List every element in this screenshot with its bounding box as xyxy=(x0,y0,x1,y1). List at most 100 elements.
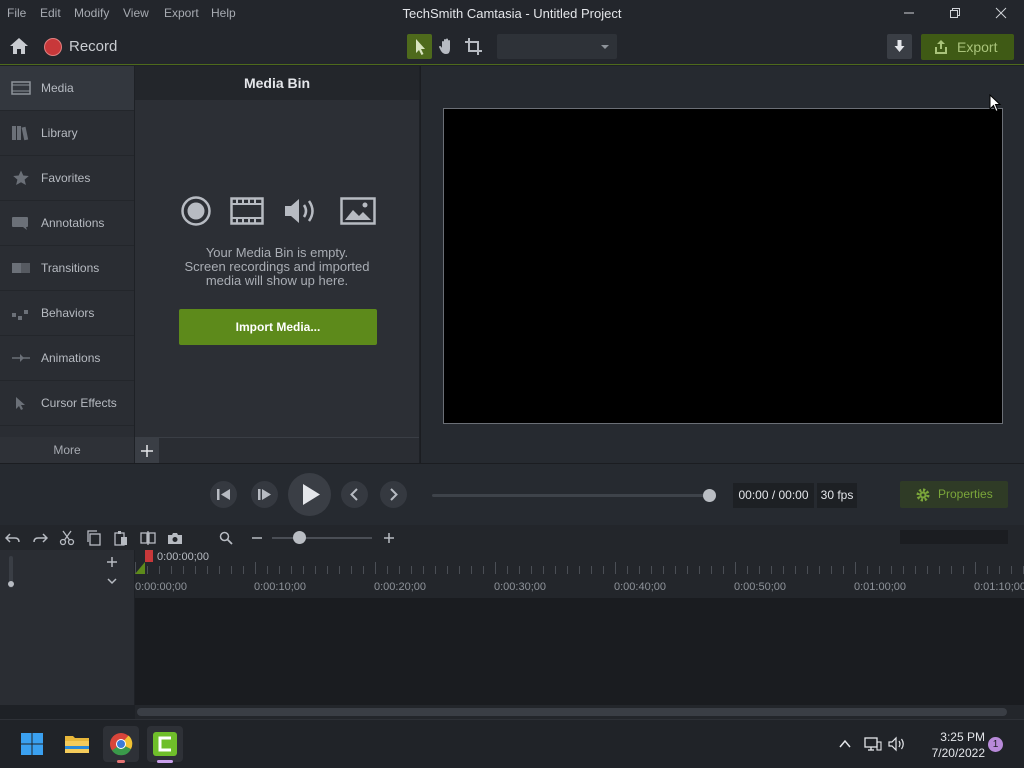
download-arrow-icon xyxy=(894,40,905,52)
zoom-out-icon[interactable] xyxy=(250,530,264,546)
sidebar-item-behaviors[interactable]: Behaviors xyxy=(0,291,134,336)
menu-edit[interactable]: Edit xyxy=(40,6,61,20)
ruler-tick-label: 0:00:30;00 xyxy=(494,581,546,593)
ruler-tick-label: 0:00:50;00 xyxy=(734,581,786,593)
properties-button[interactable]: Properties xyxy=(900,481,1008,508)
sidebar-item-label: Annotations xyxy=(41,216,105,230)
minimize-icon xyxy=(904,12,914,14)
pan-tool-button[interactable] xyxy=(434,34,459,59)
mouse-cursor-icon xyxy=(989,94,1002,113)
menu-view[interactable]: View xyxy=(123,6,149,20)
file-explorer-app[interactable] xyxy=(59,726,95,762)
home-button[interactable] xyxy=(8,36,30,56)
camera-icon[interactable] xyxy=(167,530,183,546)
paste-icon[interactable] xyxy=(113,530,129,546)
previous-marker-button[interactable] xyxy=(341,481,368,508)
crop-icon xyxy=(465,38,482,55)
import-media-button[interactable]: Import Media... xyxy=(179,309,377,345)
media-bin-title: Media Bin xyxy=(135,66,419,100)
export-button[interactable]: Export xyxy=(921,34,1014,60)
timeline-zoom-track[interactable] xyxy=(272,537,372,539)
chrome-app[interactable] xyxy=(103,726,139,763)
timeline-ruler[interactable]: 0:00:00;00 0:00:00;00 0:00:10;00 0:00:20… xyxy=(135,550,1024,598)
minimize-button[interactable] xyxy=(886,0,932,28)
clock-time[interactable]: 3:25 PM xyxy=(915,730,985,744)
media-bin-panel: Media Bin Your Media Bin is empty. Scree… xyxy=(135,66,419,464)
scrollbar-thumb[interactable] xyxy=(137,708,1007,716)
chevron-up-icon[interactable] xyxy=(838,737,852,751)
zoom-in-icon[interactable] xyxy=(382,530,396,546)
redo-icon[interactable] xyxy=(32,530,48,546)
menu-help[interactable]: Help xyxy=(211,6,236,20)
ruler-tick-label: 0:00:10;00 xyxy=(254,581,306,593)
books-icon xyxy=(12,126,29,141)
chrome-icon xyxy=(110,733,133,756)
scrub-track[interactable] xyxy=(432,494,712,497)
chevron-down-icon[interactable] xyxy=(105,574,119,588)
sidebar-item-label: Favorites xyxy=(41,171,91,185)
timeline-zoom-handle[interactable] xyxy=(293,531,306,544)
close-button[interactable] xyxy=(978,0,1024,28)
hand-icon xyxy=(439,38,450,54)
behavior-icon xyxy=(12,310,28,320)
search-icon[interactable] xyxy=(218,530,234,546)
restore-icon xyxy=(950,8,960,18)
record-icon xyxy=(44,38,62,56)
sidebar-item-cursor-effects[interactable]: Cursor Effects xyxy=(0,381,134,426)
transition-icon xyxy=(12,263,30,273)
play-icon xyxy=(303,484,320,505)
folder-icon xyxy=(65,736,89,753)
step-forward-button[interactable] xyxy=(251,481,278,508)
sidebar-item-label: Behaviors xyxy=(41,306,95,320)
restore-button[interactable] xyxy=(932,0,978,28)
track-height-handle[interactable] xyxy=(8,581,14,587)
cut-icon[interactable] xyxy=(59,530,75,546)
playhead-marker[interactable] xyxy=(135,550,155,574)
scrub-handle[interactable] xyxy=(703,489,716,502)
start-button[interactable] xyxy=(14,726,50,762)
chevron-down-icon xyxy=(601,45,609,49)
sidebar-item-favorites[interactable]: Favorites xyxy=(0,156,134,201)
ruler-tick-label: 0:00:20;00 xyxy=(374,581,426,593)
select-tool-button[interactable] xyxy=(407,34,432,59)
properties-label: Properties xyxy=(938,487,993,501)
notification-badge[interactable]: 1 xyxy=(988,737,1003,752)
ruler-tick-label: 0:00:40;00 xyxy=(614,581,666,593)
clock-date[interactable]: 7/20/2022 xyxy=(915,746,985,760)
add-track-icon[interactable] xyxy=(105,555,119,569)
canvas-zoom-dropdown[interactable] xyxy=(497,34,617,59)
animation-icon xyxy=(12,354,30,362)
split-icon[interactable] xyxy=(140,530,156,546)
copy-icon[interactable] xyxy=(86,530,102,546)
crop-tool-button[interactable] xyxy=(461,34,486,59)
timeline-tracks[interactable] xyxy=(135,598,1024,705)
camtasia-app[interactable] xyxy=(147,726,183,763)
preview-canvas[interactable] xyxy=(443,108,1003,424)
timeline-overview-bar[interactable] xyxy=(900,530,1008,544)
sidebar-item-library[interactable]: Library xyxy=(0,111,134,156)
sidebar-item-media[interactable]: Media xyxy=(0,66,134,111)
download-button[interactable] xyxy=(887,34,912,59)
volume-icon[interactable] xyxy=(888,736,906,752)
step-back-button[interactable] xyxy=(210,481,237,508)
network-icon[interactable] xyxy=(864,736,882,752)
menu-modify[interactable]: Modify xyxy=(74,6,109,20)
window-title: TechSmith Camtasia - Untitled Project xyxy=(402,6,622,21)
sidebar-more-button[interactable]: More xyxy=(0,437,134,463)
timeline-horizontal-scrollbar[interactable] xyxy=(135,705,1024,719)
menu-file[interactable]: File xyxy=(7,6,26,20)
sidebar-item-label: Transitions xyxy=(41,261,100,275)
undo-icon[interactable] xyxy=(5,530,21,546)
sidebar-item-annotations[interactable]: Annotations xyxy=(0,201,134,246)
record-label: Record xyxy=(69,38,118,55)
add-media-button[interactable] xyxy=(135,438,159,464)
sidebar-item-label: Library xyxy=(41,126,78,140)
menu-export[interactable]: Export xyxy=(164,6,199,20)
next-marker-button[interactable] xyxy=(380,481,407,508)
sidebar-item-transitions[interactable]: Transitions xyxy=(0,246,134,291)
empty-message-line: media will show up here. xyxy=(205,273,349,288)
home-icon xyxy=(10,38,28,54)
play-button[interactable] xyxy=(288,473,331,516)
main-toolbar: Record Export xyxy=(0,28,1024,65)
sidebar-item-animations[interactable]: Animations xyxy=(0,336,134,381)
